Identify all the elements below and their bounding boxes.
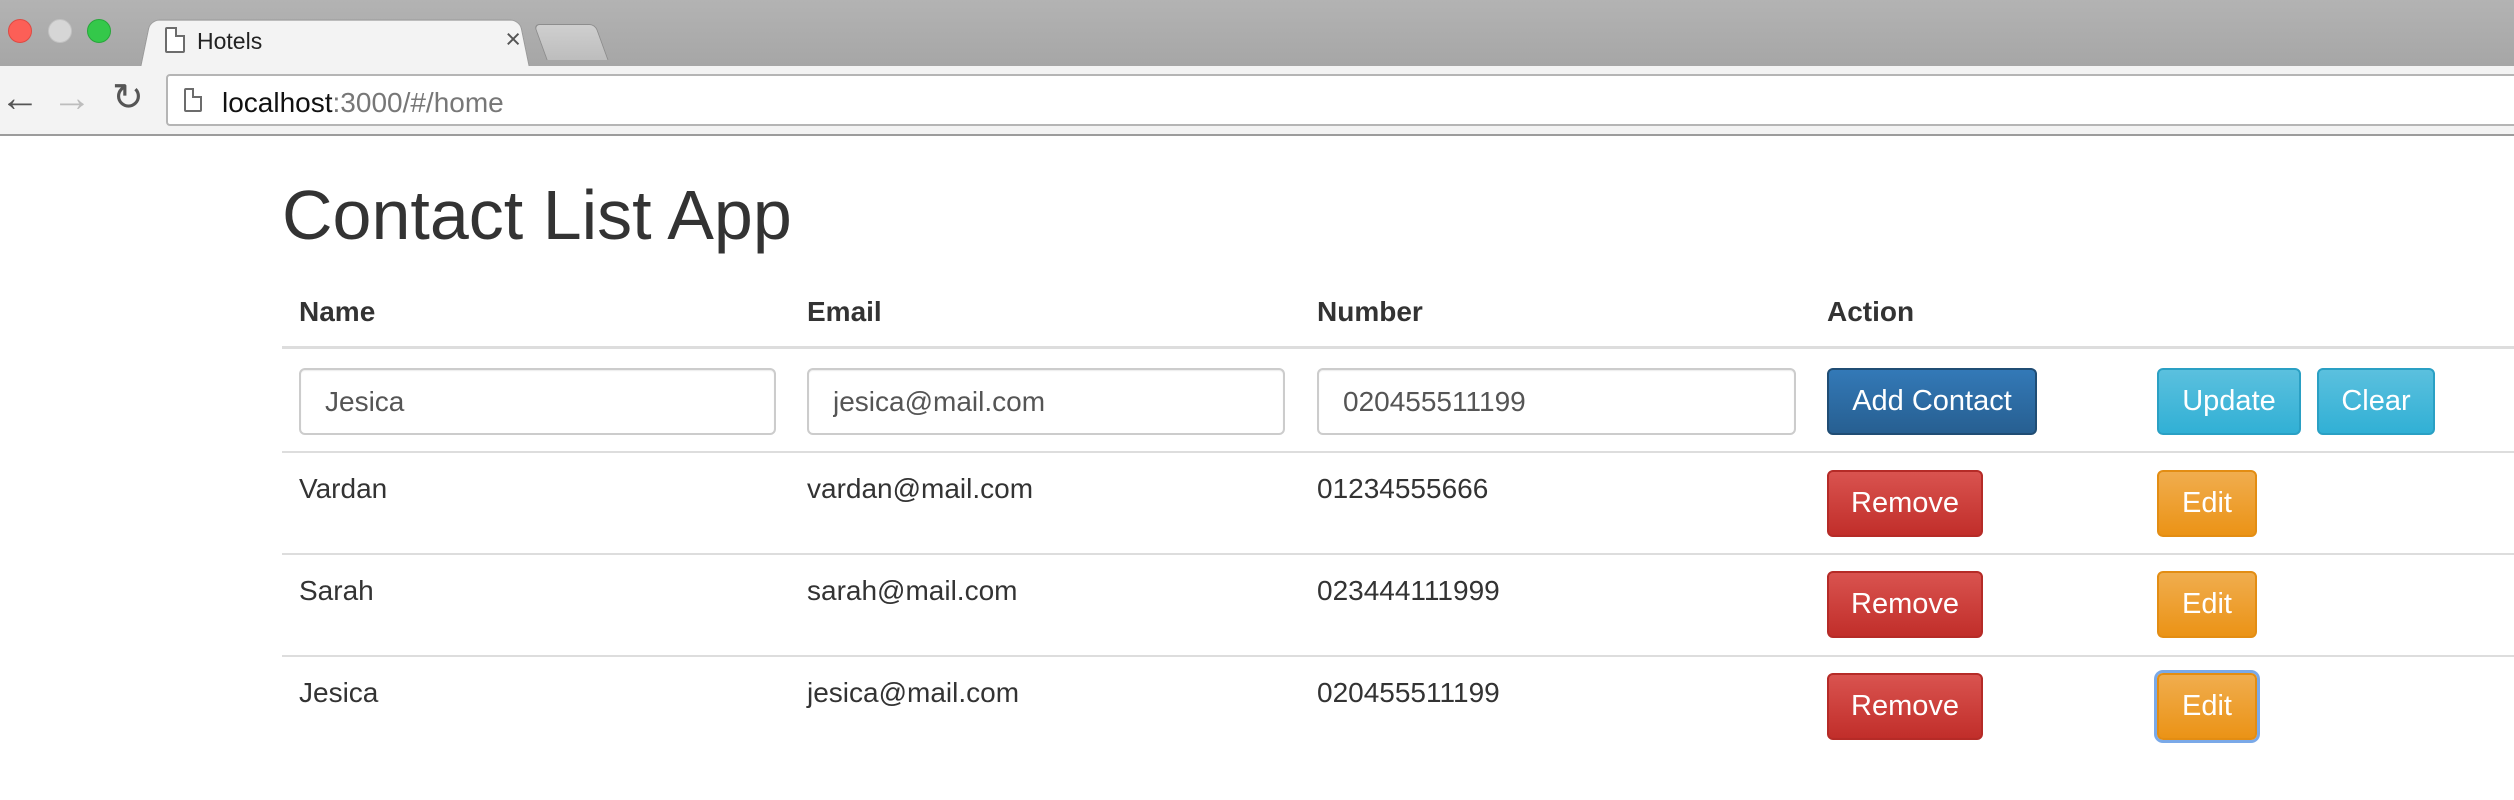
contact-email: jesica@mail.com: [807, 677, 1020, 708]
forward-arrow-icon[interactable]: →: [52, 78, 92, 118]
contact-number: 01234555666: [1317, 473, 1489, 504]
contact-number: 020455511199: [1317, 677, 1500, 708]
edit-button[interactable]: Edit: [2157, 470, 2257, 537]
header-divider: [282, 346, 2514, 349]
tab-close-icon[interactable]: ×: [505, 24, 521, 55]
browser-tab-content[interactable]: Hotels ×: [165, 22, 525, 62]
edit-button[interactable]: Edit: [2157, 673, 2257, 740]
row-divider: [282, 451, 2514, 453]
edit-button[interactable]: Edit: [2157, 571, 2257, 638]
contact-email: vardan@mail.com: [807, 473, 1034, 504]
reload-icon[interactable]: ↻: [112, 78, 144, 118]
tab-title: Hotels: [197, 28, 263, 54]
remove-button[interactable]: Remove: [1827, 673, 1983, 740]
page-icon: [165, 27, 185, 53]
header-number: Number: [1317, 296, 1423, 327]
contact-name: Sarah: [299, 575, 374, 606]
url-text: localhost:3000/#/home: [222, 87, 504, 119]
page-icon: [184, 88, 202, 112]
close-window-button[interactable]: [8, 19, 32, 43]
contact-name: Vardan: [299, 473, 388, 504]
add-contact-button[interactable]: Add Contact: [1827, 368, 2037, 435]
update-button[interactable]: Update: [2157, 368, 2301, 435]
name-input[interactable]: [299, 368, 776, 435]
number-input[interactable]: [1317, 368, 1796, 435]
page-title: Contact List App: [282, 176, 792, 254]
back-arrow-icon[interactable]: ←: [0, 78, 40, 118]
zoom-window-button[interactable]: [87, 19, 111, 43]
url-host: localhost: [222, 87, 333, 118]
header-action: Action: [1827, 296, 1915, 327]
remove-button[interactable]: Remove: [1827, 571, 1983, 638]
header-name: Name: [299, 296, 376, 327]
row-divider: [282, 553, 2514, 555]
email-input[interactable]: [807, 368, 1285, 435]
remove-button[interactable]: Remove: [1827, 470, 1983, 537]
row-divider: [282, 655, 2514, 657]
minimize-window-button[interactable]: [48, 19, 72, 43]
clear-button[interactable]: Clear: [2317, 368, 2435, 435]
address-bar[interactable]: localhost:3000/#/home: [166, 74, 2514, 126]
browser-titlebar: Hotels ×: [0, 0, 2514, 68]
header-email: Email: [807, 296, 882, 327]
new-tab-button[interactable]: [533, 24, 609, 60]
contact-name: Jesica: [299, 677, 379, 708]
contact-email: sarah@mail.com: [807, 575, 1018, 606]
browser-toolbar: ← → ↻ localhost:3000/#/home: [0, 66, 2514, 136]
url-path: :3000/#/home: [332, 87, 504, 118]
contact-number: 023444111999: [1317, 575, 1500, 606]
